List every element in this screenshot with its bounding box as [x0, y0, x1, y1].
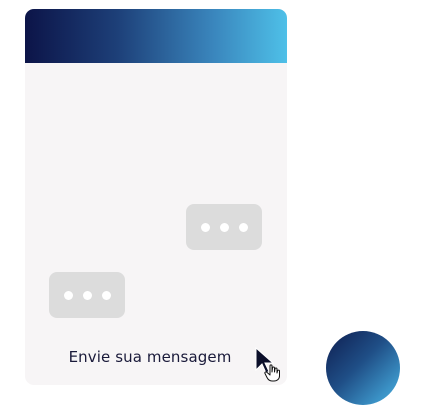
send-message-button[interactable]: Envie sua mensagem [25, 348, 275, 366]
typing-dot [238, 222, 248, 232]
chat-window: Envie sua mensagem [25, 9, 287, 385]
typing-dot [101, 290, 111, 300]
stage: Envie sua mensagem [0, 0, 438, 413]
typing-indicator-right [186, 204, 262, 250]
typing-dot [219, 222, 229, 232]
typing-dot [63, 290, 73, 300]
hand-pointer-cursor-icon [255, 346, 280, 382]
chat-header [25, 9, 287, 63]
typing-dot [200, 222, 210, 232]
chat-launcher-button[interactable] [326, 331, 400, 405]
typing-indicator-left [49, 272, 125, 318]
typing-dot [82, 290, 92, 300]
